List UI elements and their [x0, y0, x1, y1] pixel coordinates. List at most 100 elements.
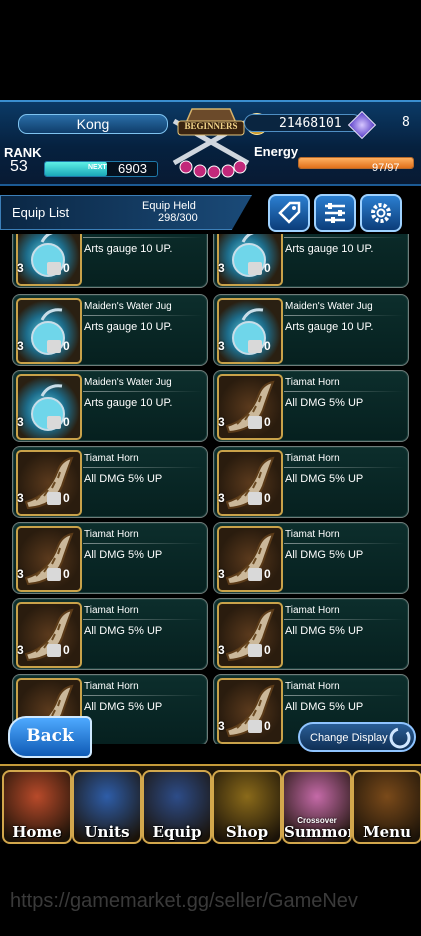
gear-icon: [371, 203, 391, 223]
separator: [83, 315, 203, 316]
item-name: Maiden's Water Jug: [84, 301, 172, 312]
water-jug-icon: [16, 298, 82, 364]
filter-button[interactable]: [314, 194, 356, 232]
item-count: 3: [218, 415, 225, 429]
nav-shop[interactable]: Shop: [212, 770, 282, 844]
gil-amount: 21468101: [244, 114, 362, 132]
item-count: 3: [17, 491, 24, 505]
energy-value: 97/97: [372, 162, 400, 174]
horn-icon: [217, 450, 283, 516]
nav-equip[interactable]: Equip: [142, 770, 212, 844]
separator: [284, 619, 404, 620]
item-count: 3: [17, 415, 24, 429]
item-name: Tiamat Horn: [84, 529, 139, 540]
nav-home[interactable]: Home: [2, 770, 72, 844]
lock-icon: [248, 340, 262, 353]
equip-card[interactable]: 3 0 Arts gauge 10 UP.: [213, 234, 409, 288]
equip-list-title: Equip List: [12, 205, 70, 220]
equip-card[interactable]: 3 0 Tiamat Horn All DMG 5% UP: [12, 598, 208, 670]
rank-value: 53: [10, 158, 28, 175]
item-desc: All DMG 5% UP: [84, 625, 163, 637]
item-desc: Arts gauge 10 UP.: [285, 321, 374, 333]
item-name: Tiamat Horn: [285, 605, 340, 616]
nav-label: Home: [12, 823, 62, 841]
separator: [284, 391, 404, 392]
item-desc: All DMG 5% UP: [285, 701, 364, 713]
item-desc: Arts gauge 10 UP.: [285, 243, 374, 255]
locked-count: 0: [264, 491, 271, 505]
separator: [284, 543, 404, 544]
item-name: Maiden's Water Jug: [84, 377, 172, 388]
separator: [83, 619, 203, 620]
nav-label: Summon: [284, 823, 352, 841]
equip-held-label: Equip Held: [142, 200, 196, 212]
item-desc: Arts gauge 10 UP.: [84, 243, 173, 255]
nav-units[interactable]: Units: [72, 770, 142, 844]
nav-menu[interactable]: Menu: [352, 770, 421, 844]
locked-count: 0: [264, 261, 271, 275]
watermark-url: https://gamemarket.gg/seller/GameNev: [10, 890, 358, 912]
equip-held-value: 298/300: [158, 212, 198, 224]
water-jug-icon: [217, 234, 283, 286]
equip-card[interactable]: 3 0 Tiamat Horn All DMG 5% UP: [213, 370, 409, 442]
item-count: 3: [218, 339, 225, 353]
item-count: 3: [218, 491, 225, 505]
locked-count: 0: [63, 339, 70, 353]
locked-count: 0: [264, 567, 271, 581]
item-name: Tiamat Horn: [285, 681, 340, 692]
horn-icon: [16, 526, 82, 592]
next-label: NEXT: [88, 164, 107, 171]
item-desc: All DMG 5% UP: [84, 549, 163, 561]
lock-icon: [47, 644, 61, 657]
equip-card[interactable]: 3 0 Tiamat Horn All DMG 5% UP: [213, 522, 409, 594]
separator: [284, 237, 404, 238]
item-count: 3: [218, 643, 225, 657]
equip-card[interactable]: 3 0 Arts gauge 10 UP.: [12, 234, 208, 288]
item-count: 3: [17, 643, 24, 657]
item-name: Tiamat Horn: [285, 529, 340, 540]
separator: [83, 467, 203, 468]
player-name: Kong: [18, 114, 168, 134]
item-name: Tiamat Horn: [84, 681, 139, 692]
lock-icon: [47, 262, 61, 275]
equip-card[interactable]: 3 0 Maiden's Water Jug Arts gauge 10 UP.: [12, 294, 208, 366]
item-desc: All DMG 5% UP: [285, 473, 364, 485]
separator: [83, 543, 203, 544]
locked-count: 0: [63, 261, 70, 275]
equip-card[interactable]: 3 0 Tiamat Horn All DMG 5% UP: [213, 598, 409, 670]
equip-card[interactable]: 3 0 Tiamat Horn All DMG 5% UP: [12, 446, 208, 518]
horn-icon: [16, 450, 82, 516]
item-desc: All DMG 5% UP: [285, 625, 364, 637]
equip-card[interactable]: 3 0 Tiamat Horn All DMG 5% UP: [213, 446, 409, 518]
refresh-icon: [389, 727, 411, 749]
settings-button[interactable]: [360, 194, 402, 232]
nav-label: Equip: [152, 823, 202, 841]
lock-icon: [47, 340, 61, 353]
water-jug-icon: [16, 374, 82, 440]
change-display-button[interactable]: Change Display: [298, 722, 416, 752]
lock-icon: [248, 416, 262, 429]
lock-icon: [47, 416, 61, 429]
equip-card[interactable]: 3 0 Maiden's Water Jug Arts gauge 10 UP.: [213, 294, 409, 366]
beginners-emblem: [164, 101, 258, 181]
locked-count: 0: [264, 643, 271, 657]
tag-button[interactable]: [268, 194, 310, 232]
item-desc: All DMG 5% UP: [84, 701, 163, 713]
water-jug-icon: [217, 298, 283, 364]
horn-icon: [16, 602, 82, 668]
equip-card[interactable]: 3 0 Tiamat Horn All DMG 5% UP: [12, 522, 208, 594]
horn-icon: [217, 602, 283, 668]
separator: [83, 237, 203, 238]
emblem-label: BEGINNERS: [184, 121, 238, 131]
horn-icon: [217, 526, 283, 592]
nav-label: Menu: [363, 823, 411, 841]
filter-icon: [325, 203, 345, 223]
equip-card[interactable]: 3 0 Maiden's Water Jug Arts gauge 10 UP.: [12, 370, 208, 442]
locked-count: 0: [264, 415, 271, 429]
horn-icon: [217, 678, 283, 744]
separator: [284, 467, 404, 468]
item-name: Tiamat Horn: [84, 605, 139, 616]
back-button[interactable]: Back: [8, 716, 92, 758]
nav-summon[interactable]: Summon Crossover: [282, 770, 352, 844]
nav-label: Shop: [225, 823, 269, 841]
